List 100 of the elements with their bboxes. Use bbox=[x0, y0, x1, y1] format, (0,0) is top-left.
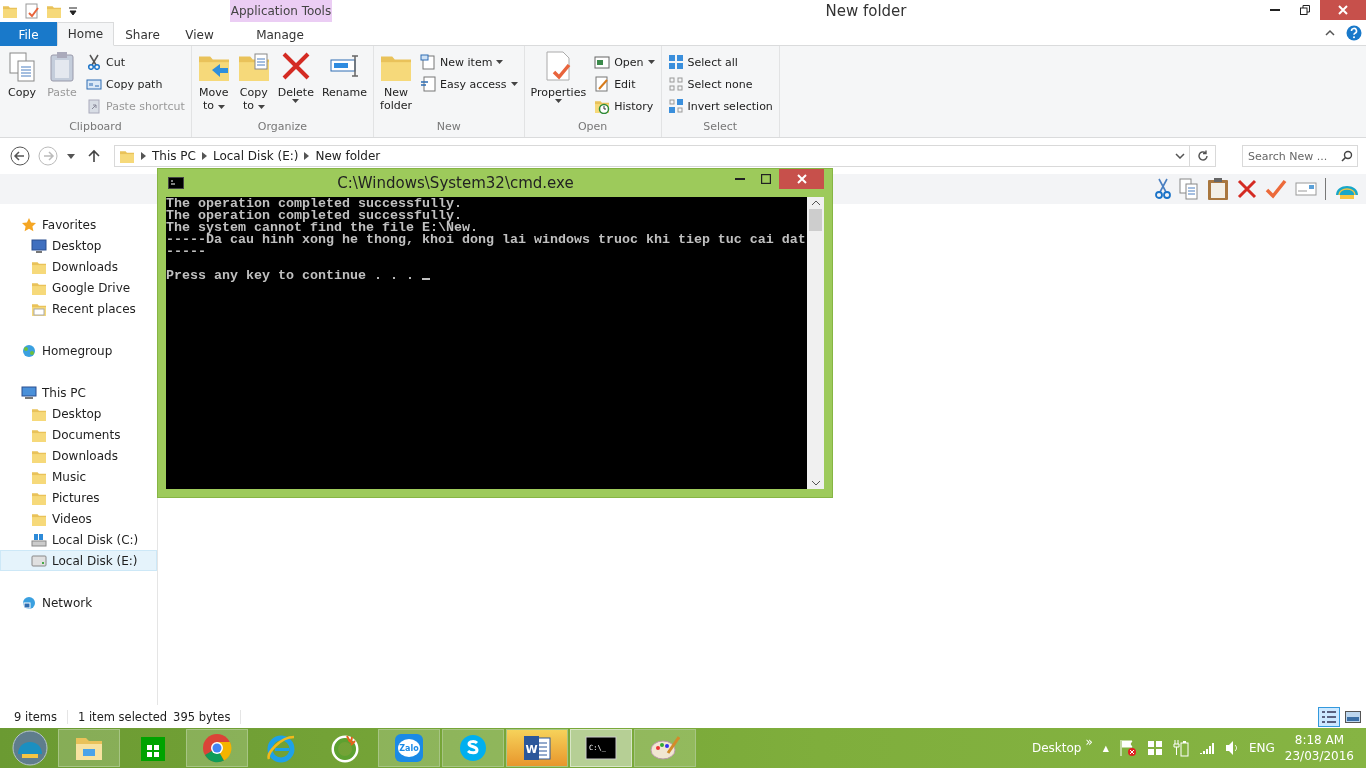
nav-item[interactable]: Documents bbox=[0, 424, 157, 445]
caret-icon bbox=[67, 153, 75, 159]
ribbon-button[interactable]: Rename bbox=[319, 50, 370, 119]
nav-item[interactable]: Pictures bbox=[0, 487, 157, 508]
ribbon-tab[interactable]: View bbox=[171, 22, 228, 46]
card-icon[interactable] bbox=[1295, 181, 1317, 197]
taskbar-button[interactable]: W bbox=[506, 729, 568, 767]
grid-icon bbox=[667, 98, 684, 114]
taskbar-button[interactable] bbox=[186, 729, 248, 767]
taskbar-button[interactable] bbox=[634, 729, 696, 767]
copy-icon[interactable] bbox=[1179, 178, 1199, 200]
ribbon-button[interactable]: Select none bbox=[665, 74, 775, 94]
ribbon-button[interactable]: History bbox=[592, 96, 657, 116]
windows-icon[interactable] bbox=[1146, 740, 1163, 756]
store-icon bbox=[140, 734, 166, 762]
status-text: 1 item selected bbox=[77, 709, 169, 724]
group-label: Clipboard bbox=[68, 119, 123, 135]
taskbar-button[interactable] bbox=[442, 729, 504, 767]
chevron-icon bbox=[304, 152, 310, 160]
ribbon-button[interactable]: Cut bbox=[84, 52, 187, 72]
nav-item[interactable]: Favorites bbox=[0, 214, 157, 235]
date-text: 23/03/2016 bbox=[1284, 749, 1354, 763]
window-icon bbox=[594, 54, 611, 70]
nav-label: Desktop bbox=[52, 406, 102, 421]
scissors-icon bbox=[86, 54, 102, 70]
minimize-icon bbox=[735, 178, 745, 180]
ribbon-button[interactable]: Select all bbox=[665, 52, 775, 72]
breadcrumb[interactable]: New folder bbox=[315, 149, 381, 163]
nav-item[interactable]: Videos bbox=[0, 508, 157, 529]
path-icon bbox=[86, 76, 102, 92]
ribbon-button[interactable]: Easy access bbox=[418, 74, 520, 94]
nav-item[interactable]: Google Drive bbox=[0, 277, 157, 298]
ribbon-button[interactable]: Copy bbox=[4, 50, 40, 119]
nav-label: Network bbox=[42, 595, 93, 610]
monitor-icon bbox=[31, 237, 47, 254]
up-arrow-icon bbox=[87, 149, 101, 163]
address-bar[interactable]: This PC Local Disk (E:) New folder bbox=[114, 145, 1190, 167]
scrollbar-thumb[interactable] bbox=[809, 209, 822, 231]
nav-item[interactable]: Downloads bbox=[0, 256, 157, 277]
ribbon-button[interactable]: Invert selection bbox=[665, 96, 775, 116]
taskbar-button[interactable] bbox=[58, 729, 120, 767]
drive-icon bbox=[31, 552, 47, 569]
ribbon-button[interactable]: Open bbox=[592, 52, 657, 72]
ribbon-button[interactable]: Move to bbox=[195, 50, 232, 119]
close-button[interactable] bbox=[779, 169, 824, 189]
ribbon-button[interactable]: Copy path bbox=[84, 74, 187, 94]
ribbon-tab[interactable]: Manage bbox=[230, 22, 330, 46]
ribbon-button[interactable]: New item bbox=[418, 52, 520, 72]
nav-label: Desktop bbox=[52, 238, 102, 253]
ribbon-button[interactable]: Edit bbox=[592, 74, 657, 94]
ribbon-button[interactable]: New folder bbox=[378, 50, 415, 119]
flag-icon[interactable] bbox=[1118, 739, 1137, 757]
nav-item[interactable]: Desktop bbox=[0, 403, 157, 424]
zalo-icon: Zalo bbox=[394, 733, 424, 763]
ribbon-tab[interactable]: Share bbox=[114, 22, 171, 46]
back-button[interactable] bbox=[8, 144, 32, 168]
breadcrumb[interactable]: This PC bbox=[152, 149, 196, 163]
taskbar-button[interactable]: Zalo bbox=[378, 729, 440, 767]
ribbon-button[interactable]: Copy to bbox=[235, 50, 272, 119]
battery-icon[interactable] bbox=[1172, 739, 1189, 757]
close-button[interactable] bbox=[1320, 0, 1366, 20]
star-icon bbox=[21, 216, 37, 233]
nav-item[interactable]: Network bbox=[0, 592, 157, 613]
x-icon[interactable] bbox=[1237, 179, 1257, 199]
group-label: Open bbox=[576, 119, 609, 135]
checkmark-icon[interactable] bbox=[1265, 179, 1287, 199]
shell-icon bbox=[12, 730, 48, 766]
file-tab[interactable]: File bbox=[0, 22, 57, 46]
folder-icon bbox=[2, 3, 18, 19]
search-field[interactable]: Search New ... bbox=[1242, 145, 1358, 167]
nav-item[interactable]: Downloads bbox=[0, 445, 157, 466]
scissors-icon[interactable] bbox=[1155, 178, 1171, 200]
clipboard-icon[interactable] bbox=[1207, 177, 1229, 201]
grid-icon bbox=[667, 76, 684, 92]
nav-item[interactable]: Local Disk (C:) bbox=[0, 529, 157, 550]
scrollbar[interactable] bbox=[807, 197, 824, 489]
nav-item[interactable]: Recent places bbox=[0, 298, 157, 319]
ribbon-tab[interactable]: Home bbox=[57, 22, 114, 46]
nav-label: Pictures bbox=[52, 490, 100, 505]
nav-item[interactable]: Homegroup bbox=[0, 340, 157, 361]
details-view-button[interactable] bbox=[1318, 706, 1340, 727]
nav-item[interactable]: This PC bbox=[0, 382, 157, 403]
ribbon-button[interactable]: Delete bbox=[275, 50, 316, 119]
nav-item[interactable]: Music bbox=[0, 466, 157, 487]
volume-icon[interactable] bbox=[1224, 740, 1239, 756]
context-tab-header: Application Tools bbox=[230, 0, 332, 22]
breadcrumb[interactable]: Local Disk (E:) bbox=[212, 149, 299, 163]
new-folder-icon[interactable] bbox=[46, 3, 62, 19]
dropdown-icon[interactable] bbox=[1175, 153, 1185, 159]
customize-caret-icon[interactable] bbox=[68, 6, 78, 16]
ribbon-button[interactable]: Properties bbox=[528, 50, 589, 119]
signal-icon[interactable] bbox=[1198, 741, 1215, 755]
time-text: 8:18 AM bbox=[1294, 733, 1345, 747]
nav-item[interactable]: Desktop bbox=[0, 235, 157, 256]
page-icon bbox=[420, 76, 437, 92]
nav-item[interactable]: Local Disk (E:) bbox=[0, 550, 157, 571]
properties-icon[interactable] bbox=[24, 3, 40, 19]
help-icon[interactable] bbox=[1346, 25, 1362, 41]
drive-icon bbox=[31, 531, 47, 548]
refresh-button[interactable] bbox=[1190, 145, 1216, 167]
